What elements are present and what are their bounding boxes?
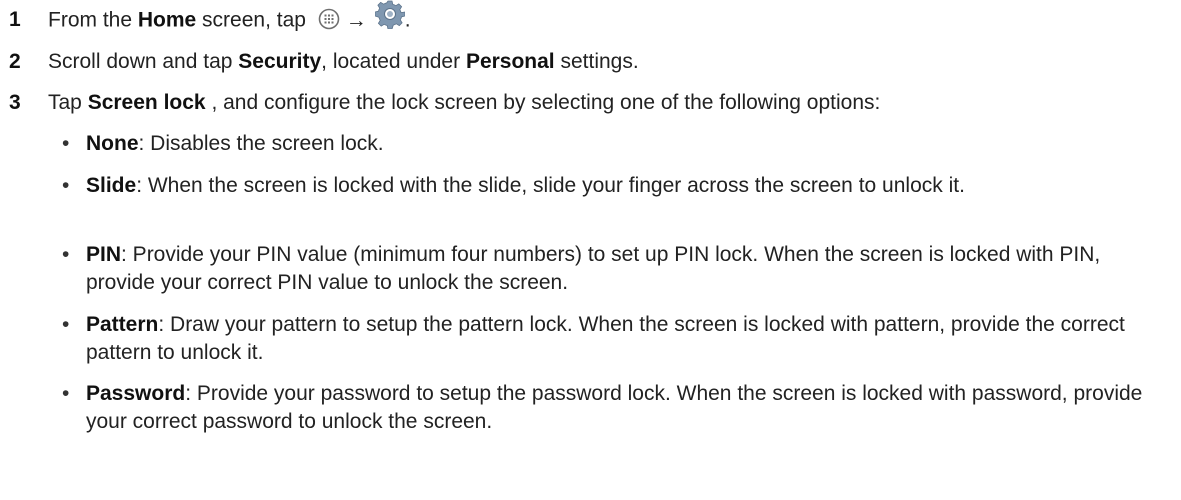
step-number: 1 <box>9 8 21 31</box>
personal-label: Personal <box>465 50 555 73</box>
settings-gear-icon <box>374 0 406 30</box>
step-1: 1 From the Home screen, tap → . <box>9 0 1171 36</box>
option-description: : Provide your PIN value (minimum four n… <box>86 243 1101 294</box>
bullet: • <box>62 174 70 197</box>
step-3: 3 Tap Screen lock , and configure the lo… <box>9 89 1171 117</box>
step-text-suffix: settings. <box>554 50 639 73</box>
step-text-prefix: From the <box>48 8 138 32</box>
option-text: Password: Provide your password to setup… <box>86 380 1169 436</box>
option-term: Slide <box>86 174 137 197</box>
step-text-middle: screen, tap <box>196 8 312 32</box>
option-text: Slide: When the screen is locked with th… <box>86 172 1169 200</box>
option-term: Pattern <box>86 313 159 336</box>
option-description: : Draw your pattern to setup the pattern… <box>86 313 1125 364</box>
option-description: : Disables the screen lock. <box>138 132 384 155</box>
option-term: Password <box>86 382 186 405</box>
home-label: Home <box>137 8 197 32</box>
option-slide: • Slide: When the screen is locked with … <box>62 172 1169 200</box>
option-text: Pattern: Draw your pattern to setup the … <box>86 311 1169 367</box>
apps-icon <box>318 8 340 30</box>
option-text: None: Disables the screen lock. <box>86 130 1169 158</box>
bullet: • <box>62 382 70 405</box>
bullet: • <box>62 313 70 336</box>
option-description: : When the screen is locked with the sli… <box>136 174 965 197</box>
option-description: : Provide your password to setup the pas… <box>86 382 1143 433</box>
step-text-suffix: . <box>404 8 411 32</box>
option-pattern: • Pattern: Draw your pattern to setup th… <box>62 311 1169 367</box>
step-text: From the Home screen, tap → . <box>48 0 1171 36</box>
step-number: 3 <box>9 91 21 114</box>
step-2: 2 Scroll down and tap Security, located … <box>9 48 1171 76</box>
arrow-symbol: → <box>345 8 367 32</box>
security-label: Security <box>238 50 322 73</box>
option-pin: • PIN: Provide your PIN value (minimum f… <box>62 241 1169 297</box>
step-text-middle: , located under <box>321 50 466 73</box>
step-text: Scroll down and tap Security, located un… <box>48 48 1171 76</box>
bullet: • <box>62 132 70 155</box>
option-password: • Password: Provide your password to set… <box>62 380 1169 436</box>
step-text-prefix: Scroll down and tap <box>48 50 239 73</box>
option-term: None <box>86 132 139 155</box>
step-text-prefix: Tap <box>48 91 88 114</box>
screen-lock-label: Screen lock <box>87 91 206 114</box>
step-text: Tap Screen lock , and configure the lock… <box>48 89 1171 117</box>
option-none: • None: Disables the screen lock. <box>62 130 1169 158</box>
step-text-suffix: , and configure the lock screen by selec… <box>205 91 881 114</box>
option-text: PIN: Provide your PIN value (minimum fou… <box>86 241 1169 297</box>
step-number: 2 <box>9 50 21 73</box>
option-term: PIN <box>86 243 122 266</box>
bullet: • <box>62 243 70 266</box>
